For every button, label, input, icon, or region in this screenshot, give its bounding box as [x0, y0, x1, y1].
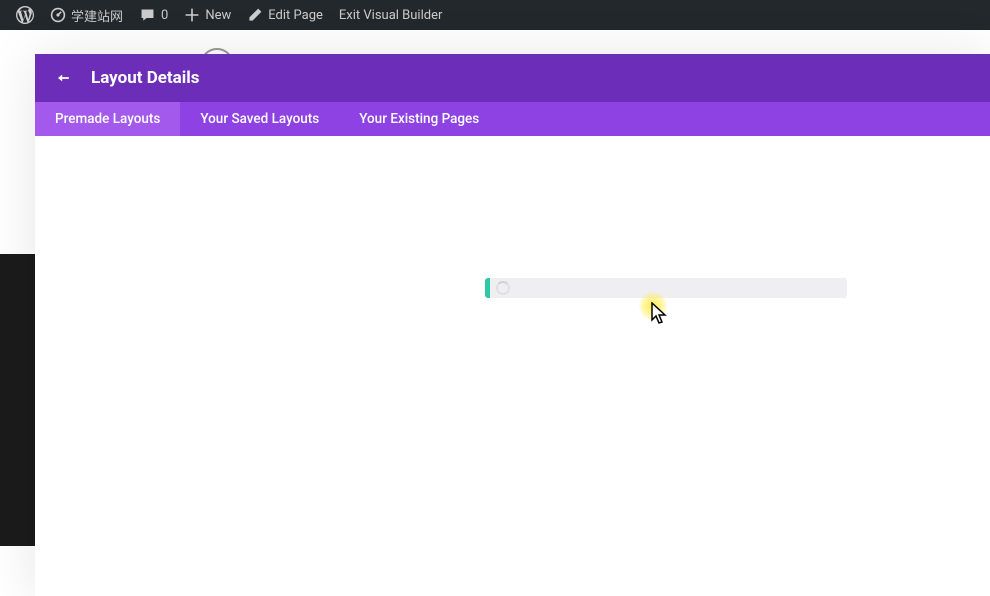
loading-spinner-icon — [496, 281, 510, 295]
tab-existing-pages[interactable]: Your Existing Pages — [339, 102, 499, 136]
wp-admin-bar: 学建站网 0 New Edit Page Exit Visual Builder — [0, 0, 990, 30]
tab-premade-layouts[interactable]: Premade Layouts — [35, 102, 180, 136]
cursor-icon — [651, 302, 669, 330]
edit-page-link[interactable]: Edit Page — [239, 0, 331, 30]
back-button[interactable] — [53, 68, 73, 88]
modal-tabs: Premade Layouts Your Saved Layouts Your … — [35, 102, 990, 136]
pencil-icon — [247, 7, 263, 23]
modal-body — [35, 136, 990, 596]
search-input[interactable] — [485, 278, 847, 298]
modal-header: Layout Details — [35, 54, 990, 102]
comments-link[interactable]: 0 — [131, 0, 176, 30]
edit-page-label: Edit Page — [268, 8, 323, 23]
comment-icon — [139, 7, 156, 24]
wp-logo[interactable] — [8, 0, 42, 30]
tab-saved-layouts[interactable]: Your Saved Layouts — [180, 102, 339, 136]
plus-icon — [184, 7, 200, 23]
dashboard-icon — [50, 7, 66, 23]
left-dark-strip — [0, 254, 35, 546]
new-label: New — [205, 8, 231, 23]
layout-details-modal: Layout Details Premade Layouts Your Save… — [35, 54, 990, 596]
input-accent-handle — [485, 278, 490, 298]
tab-premade-label: Premade Layouts — [55, 111, 160, 127]
tab-saved-label: Your Saved Layouts — [200, 111, 319, 127]
new-link[interactable]: New — [176, 0, 239, 30]
site-name-label: 学建站网 — [71, 6, 123, 25]
wordpress-icon — [16, 6, 34, 24]
site-name-link[interactable]: 学建站网 — [42, 0, 131, 30]
back-arrow-icon — [53, 68, 73, 88]
exit-vb-label: Exit Visual Builder — [339, 8, 442, 23]
comments-count: 0 — [161, 8, 168, 23]
tab-existing-label: Your Existing Pages — [359, 111, 479, 127]
modal-title: Layout Details — [91, 68, 200, 88]
page-background — [0, 30, 990, 54]
exit-visual-builder-link[interactable]: Exit Visual Builder — [331, 0, 450, 30]
